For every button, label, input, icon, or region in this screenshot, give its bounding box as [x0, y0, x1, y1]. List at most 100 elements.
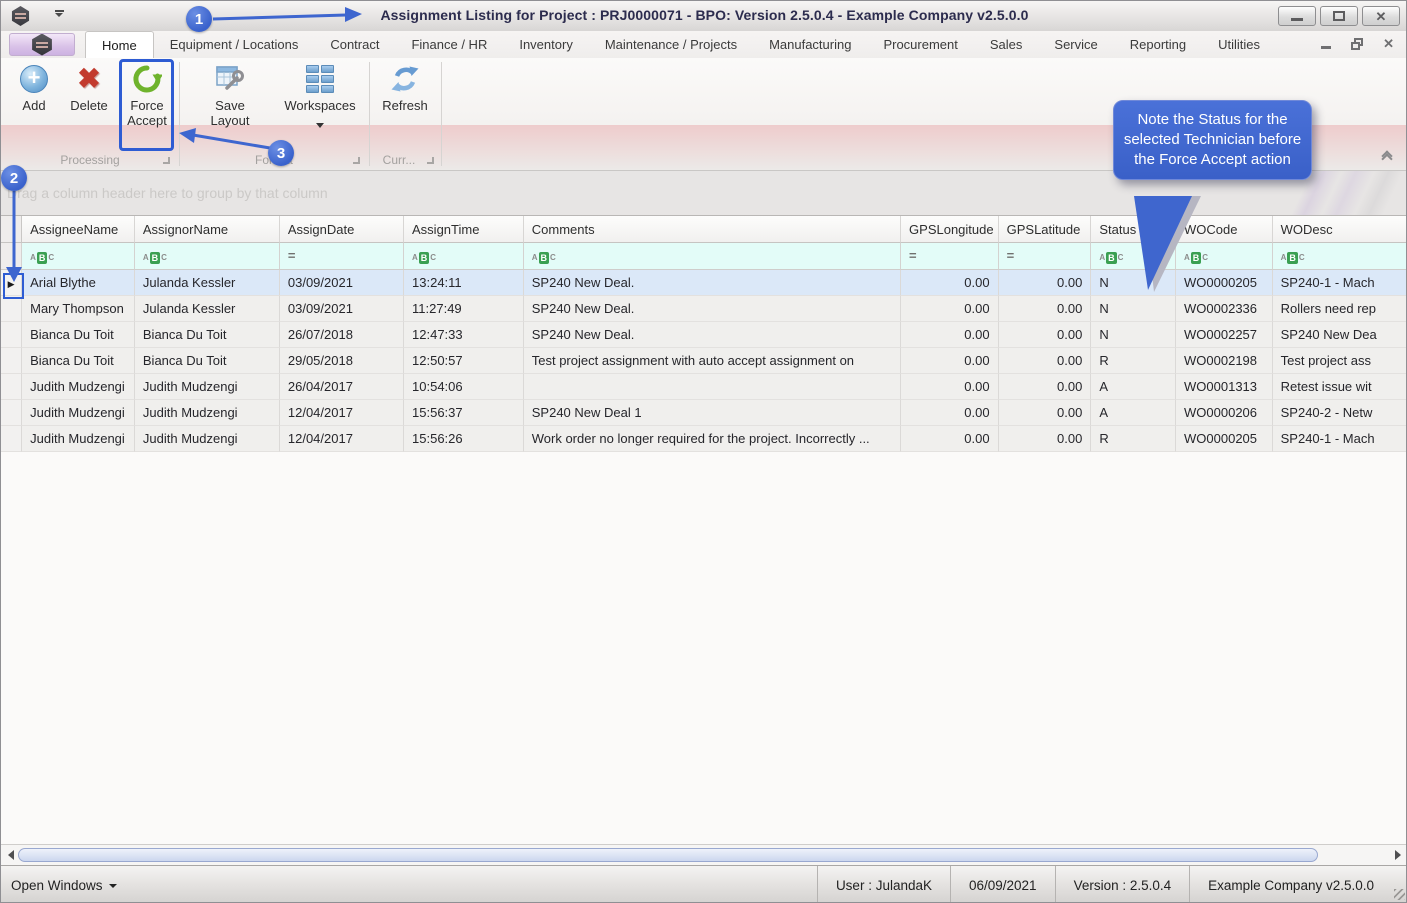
tab-procurement[interactable]: Procurement	[867, 31, 973, 58]
filter-cell-WOCode[interactable]: ABC	[1176, 243, 1273, 270]
cell-Comments[interactable]: Work order no longer required for the pr…	[524, 426, 901, 452]
add-button[interactable]: + Add	[4, 61, 64, 113]
cell-AssignorName[interactable]: Julanda Kessler	[135, 296, 280, 322]
filter-cell-AssignTime[interactable]: ABC	[404, 243, 524, 270]
cell-AssignorName[interactable]: Bianca Du Toit	[135, 348, 280, 374]
row-indicator[interactable]	[1, 348, 22, 374]
cell-WODesc[interactable]: Rollers need rep	[1273, 296, 1407, 322]
cell-Status[interactable]: A	[1091, 374, 1176, 400]
row-indicator[interactable]	[1, 296, 22, 322]
row-indicator[interactable]	[1, 322, 22, 348]
cell-Comments[interactable]: SP240 New Deal 1	[524, 400, 901, 426]
cell-WODesc[interactable]: SP240-2 - Netw	[1273, 400, 1407, 426]
column-header-AssignTime[interactable]: AssignTime	[404, 216, 524, 243]
row-indicator[interactable]: ▶	[1, 270, 22, 296]
cell-Comments[interactable]	[524, 374, 901, 400]
tab-service[interactable]: Service	[1038, 31, 1113, 58]
tab-utilities[interactable]: Utilities	[1202, 31, 1276, 58]
tab-finance-hr[interactable]: Finance / HR	[395, 31, 503, 58]
cell-WOCode[interactable]: WO0000206	[1176, 400, 1273, 426]
cell-AssignorName[interactable]: Julanda Kessler	[135, 270, 280, 296]
scrollbar-thumb[interactable]	[18, 848, 1318, 862]
cell-AssignTime[interactable]: 12:50:57	[404, 348, 524, 374]
cell-AssigneeName[interactable]: Arial Blythe	[22, 270, 135, 296]
cell-AssignDate[interactable]: 12/04/2017	[280, 426, 404, 452]
cell-AssignorName[interactable]: Judith Mudzengi	[135, 374, 280, 400]
cell-WODesc[interactable]: SP240-1 - Mach	[1273, 270, 1407, 296]
cell-GPSLatitude[interactable]: 0.00	[999, 400, 1092, 426]
tab-contract[interactable]: Contract	[314, 31, 395, 58]
cell-Status[interactable]: N	[1091, 322, 1176, 348]
cell-AssignTime[interactable]: 12:47:33	[404, 322, 524, 348]
cell-AssignorName[interactable]: Judith Mudzengi	[135, 426, 280, 452]
scroll-left-icon[interactable]	[8, 850, 14, 860]
tab-maintenance-projects[interactable]: Maintenance / Projects	[589, 31, 753, 58]
dialog-launcher-icon[interactable]	[353, 157, 360, 164]
cell-Status[interactable]: R	[1091, 426, 1176, 452]
delete-button[interactable]: ✖ Delete	[59, 61, 119, 113]
cell-AssigneeName[interactable]: Judith Mudzengi	[22, 400, 135, 426]
open-windows-dropdown[interactable]: Open Windows	[11, 878, 117, 893]
cell-AssignTime[interactable]: 10:54:06	[404, 374, 524, 400]
filter-cell-WODesc[interactable]: ABC	[1273, 243, 1407, 270]
cell-AssignDate[interactable]: 03/09/2021	[280, 270, 404, 296]
tab-inventory[interactable]: Inventory	[503, 31, 588, 58]
filter-cell-Status[interactable]: ABC	[1091, 243, 1176, 270]
filter-cell-AssignDate[interactable]: =	[280, 243, 404, 270]
cell-AssigneeName[interactable]: Bianca Du Toit	[22, 322, 135, 348]
cell-AssignTime[interactable]: 15:56:37	[404, 400, 524, 426]
cell-GPSLatitude[interactable]: 0.00	[999, 426, 1092, 452]
cell-WODesc[interactable]: SP240-1 - Mach	[1273, 426, 1407, 452]
column-header-AssignorName[interactable]: AssignorName	[135, 216, 280, 243]
cell-WOCode[interactable]: WO0000205	[1176, 426, 1273, 452]
resize-grip[interactable]	[1392, 866, 1407, 903]
cell-WOCode[interactable]: WO0001313	[1176, 374, 1273, 400]
collapse-ribbon-icon[interactable]	[1380, 152, 1394, 168]
tab-reporting[interactable]: Reporting	[1114, 31, 1202, 58]
cell-AssignTime[interactable]: 13:24:11	[404, 270, 524, 296]
cell-AssignTime[interactable]: 11:27:49	[404, 296, 524, 322]
table-row[interactable]: Bianca Du ToitBianca Du Toit29/05/201812…	[1, 348, 1407, 374]
cell-AssigneeName[interactable]: Judith Mudzengi	[22, 374, 135, 400]
column-header-GPSLongitude[interactable]: GPSLongitude	[901, 216, 999, 243]
cell-WODesc[interactable]: SP240 New Dea	[1273, 322, 1407, 348]
cell-AssignDate[interactable]: 03/09/2021	[280, 296, 404, 322]
column-header-AssignDate[interactable]: AssignDate	[280, 216, 404, 243]
table-row[interactable]: Mary ThompsonJulanda Kessler03/09/202111…	[1, 296, 1407, 322]
tab-home[interactable]: Home	[85, 31, 154, 58]
application-button[interactable]	[9, 33, 75, 56]
cell-WOCode[interactable]: WO0002198	[1176, 348, 1273, 374]
cell-Comments[interactable]: SP240 New Deal.	[524, 296, 901, 322]
cell-GPSLongitude[interactable]: 0.00	[901, 400, 999, 426]
mdi-minimize-icon[interactable]	[1321, 46, 1331, 49]
cell-AssignorName[interactable]: Bianca Du Toit	[135, 322, 280, 348]
row-indicator[interactable]	[1, 400, 22, 426]
cell-GPSLatitude[interactable]: 0.00	[999, 322, 1092, 348]
scroll-right-icon[interactable]	[1395, 850, 1401, 860]
cell-AssignDate[interactable]: 12/04/2017	[280, 400, 404, 426]
cell-GPSLongitude[interactable]: 0.00	[901, 270, 999, 296]
cell-AssigneeName[interactable]: Judith Mudzengi	[22, 426, 135, 452]
table-row[interactable]: ▶Arial BlytheJulanda Kessler03/09/202113…	[1, 270, 1407, 296]
cell-WODesc[interactable]: Test project ass	[1273, 348, 1407, 374]
mdi-restore-icon[interactable]	[1351, 38, 1363, 50]
filter-cell-AssignorName[interactable]: ABC	[135, 243, 280, 270]
dialog-launcher-icon[interactable]	[427, 157, 434, 164]
cell-GPSLongitude[interactable]: 0.00	[901, 348, 999, 374]
cell-AssigneeName[interactable]: Bianca Du Toit	[22, 348, 135, 374]
cell-Comments[interactable]: SP240 New Deal.	[524, 322, 901, 348]
cell-AssignDate[interactable]: 29/05/2018	[280, 348, 404, 374]
column-header-Comments[interactable]: Comments	[524, 216, 901, 243]
filter-cell-GPSLongitude[interactable]: =	[901, 243, 999, 270]
dialog-launcher-icon[interactable]	[163, 157, 170, 164]
table-row[interactable]: Judith MudzengiJudith Mudzengi12/04/2017…	[1, 400, 1407, 426]
table-row[interactable]: Judith MudzengiJudith Mudzengi12/04/2017…	[1, 426, 1407, 452]
column-header-GPSLatitude[interactable]: GPSLatitude	[999, 216, 1092, 243]
column-header-WODesc[interactable]: WODesc	[1273, 216, 1407, 243]
cell-GPSLatitude[interactable]: 0.00	[999, 270, 1092, 296]
cell-AssignorName[interactable]: Judith Mudzengi	[135, 400, 280, 426]
cell-WOCode[interactable]: WO0002257	[1176, 322, 1273, 348]
cell-AssignDate[interactable]: 26/04/2017	[280, 374, 404, 400]
cell-Status[interactable]: N	[1091, 296, 1176, 322]
cell-Status[interactable]: R	[1091, 348, 1176, 374]
